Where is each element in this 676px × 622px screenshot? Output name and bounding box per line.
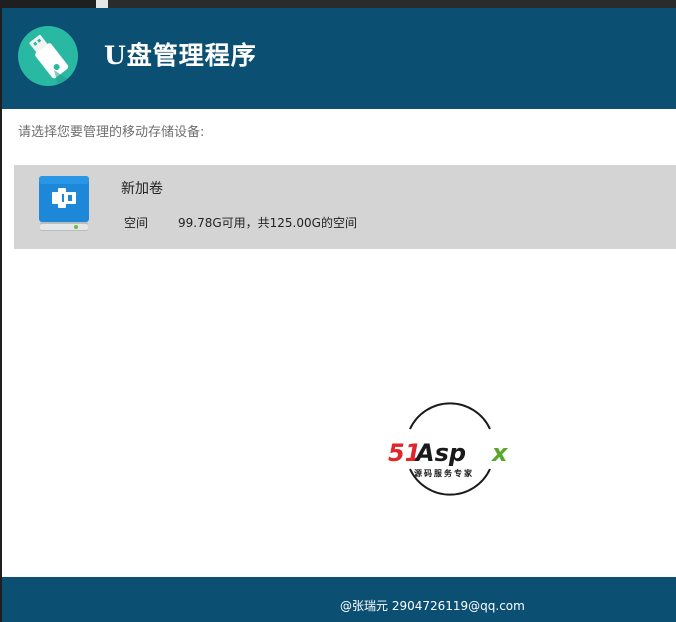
app-header: U盘管理程序 bbox=[2, 8, 676, 109]
svg-text:源码服务专家: 源码服务专家 bbox=[414, 468, 474, 478]
device-name: 新加卷 bbox=[121, 181, 163, 197]
svg-text:Asp: Asp bbox=[414, 439, 466, 467]
svg-text:x: x bbox=[491, 439, 509, 467]
device-list-item[interactable]: 新加卷 空间 99.78G可用，共125.00G的空间 bbox=[14, 165, 676, 249]
space-value: 99.78G可用，共125.00G的空间 bbox=[178, 216, 357, 230]
app-window: U盘管理程序 请选择您要管理的移动存储设备: 新加卷 空间 99.78G可用，共… bbox=[2, 8, 676, 622]
usb-drive-icon bbox=[18, 26, 78, 86]
space-label: 空间 bbox=[124, 216, 149, 230]
watermark-logo: 51 Asp x 源码服务专家 bbox=[384, 401, 516, 497]
usb-storage-icon bbox=[38, 174, 90, 234]
select-device-prompt: 请选择您要管理的移动存储设备: bbox=[18, 125, 205, 140]
app-footer: @张瑞元 2904726119@qq.com bbox=[2, 577, 676, 622]
author-credit: @张瑞元 2904726119@qq.com bbox=[340, 599, 525, 613]
app-title: U盘管理程序 bbox=[104, 41, 257, 70]
